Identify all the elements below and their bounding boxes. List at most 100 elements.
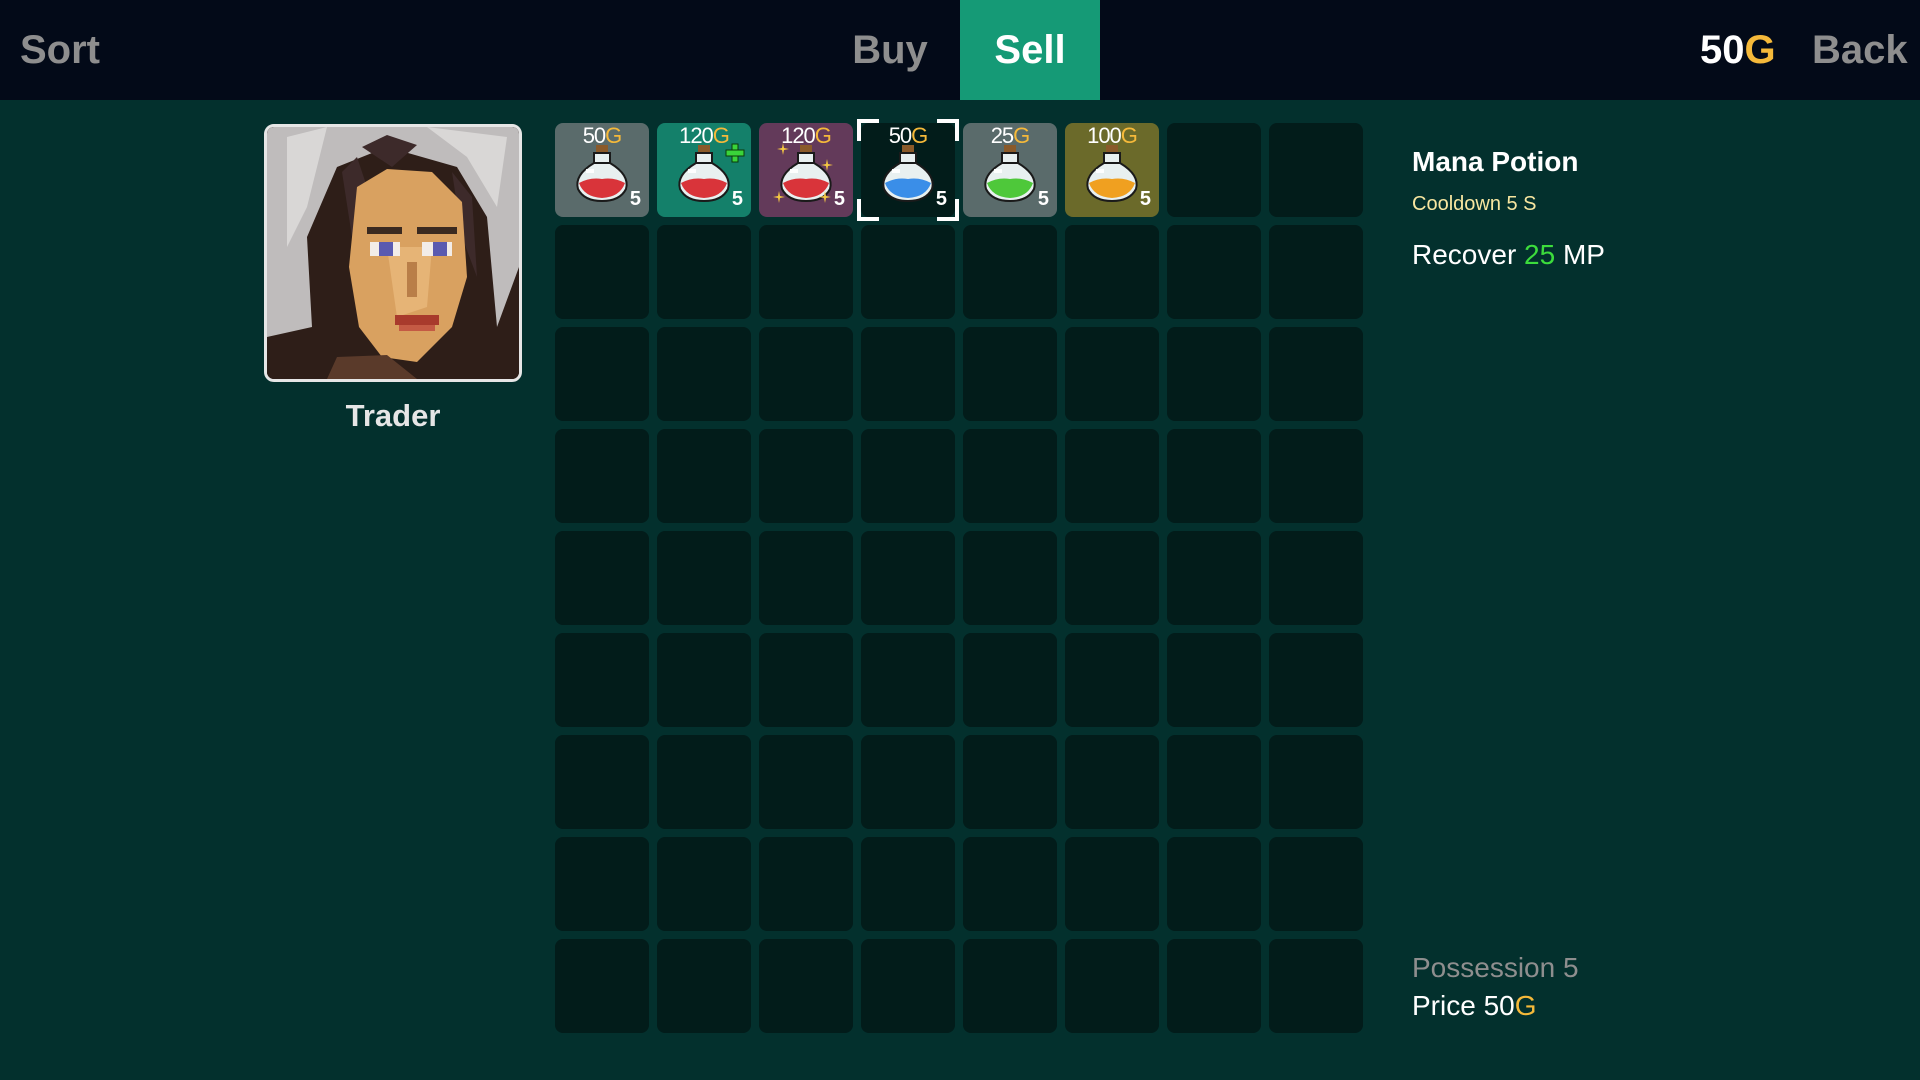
inventory-slot-empty[interactable] <box>963 225 1057 319</box>
inventory-slot-empty[interactable] <box>759 225 853 319</box>
trader-portrait <box>264 124 522 382</box>
inventory-slot-empty[interactable] <box>1167 225 1261 319</box>
inventory-slot-empty[interactable] <box>759 633 853 727</box>
inventory-slot-empty[interactable] <box>759 939 853 1033</box>
inventory-slot-empty[interactable] <box>657 225 751 319</box>
item-quantity: 5 <box>1139 188 1151 210</box>
back-button[interactable]: Back <box>1812 0 1908 100</box>
inventory-slot-empty[interactable] <box>1065 633 1159 727</box>
inventory-slot-empty[interactable] <box>1269 735 1363 829</box>
inventory-slot-empty[interactable] <box>657 531 751 625</box>
inventory-slot-empty[interactable] <box>1269 939 1363 1033</box>
item-price-value: 120 <box>679 123 714 148</box>
inventory-slot-empty[interactable] <box>759 735 853 829</box>
inventory-slot-empty[interactable] <box>861 735 955 829</box>
inventory-slot-empty[interactable] <box>1065 939 1159 1033</box>
item-effect: Recover 25 MP <box>1412 239 1605 271</box>
inventory-slot-empty[interactable] <box>1065 735 1159 829</box>
inventory-slot-item[interactable]: 120G 5 <box>657 123 751 217</box>
inventory-slot-item[interactable]: 100G 5 <box>1065 123 1159 217</box>
inventory-slot-empty[interactable] <box>963 531 1057 625</box>
sparkle-icon <box>773 191 785 203</box>
inventory-slot-empty[interactable] <box>963 633 1057 727</box>
inventory-slot-empty[interactable] <box>657 735 751 829</box>
inventory-slot-empty[interactable] <box>657 327 751 421</box>
inventory-slot-empty[interactable] <box>555 429 649 523</box>
inventory-slot-item[interactable]: 25G 5 <box>963 123 1057 217</box>
inventory-slot-empty[interactable] <box>555 735 649 829</box>
item-quantity: 5 <box>833 188 845 210</box>
item-price-unit: G <box>605 123 622 148</box>
inventory-slot-empty[interactable] <box>1167 633 1261 727</box>
item-price-unit: G <box>814 123 832 148</box>
inventory-slot-empty[interactable] <box>861 225 955 319</box>
sort-button[interactable]: Sort <box>20 0 100 100</box>
inventory-slot-empty[interactable] <box>1269 225 1363 319</box>
inventory-slot-empty[interactable] <box>861 327 955 421</box>
inventory-slot-empty[interactable] <box>1065 531 1159 625</box>
inventory-slot-empty[interactable] <box>1269 429 1363 523</box>
inventory-slot-empty[interactable] <box>861 837 955 931</box>
inventory-slot-empty[interactable] <box>555 939 649 1033</box>
inventory-slot-empty[interactable] <box>1065 429 1159 523</box>
inventory-slot-empty[interactable] <box>1269 123 1363 217</box>
item-price-unit: G <box>1013 123 1030 148</box>
inventory-slot-empty[interactable] <box>1167 123 1261 217</box>
inventory-slot-empty[interactable] <box>1269 531 1363 625</box>
inventory-slot-item[interactable]: 120G 5 <box>759 123 853 217</box>
inventory-slot-empty[interactable] <box>861 429 955 523</box>
inventory-slot-empty[interactable] <box>657 429 751 523</box>
sparkle-icon <box>819 191 831 203</box>
inventory-slot-empty[interactable] <box>759 837 853 931</box>
inventory-slot-item[interactable]: 50G 5 <box>857 119 959 221</box>
inventory-slot-empty[interactable] <box>1269 633 1363 727</box>
recover-amount: 25 <box>1524 239 1556 270</box>
inventory-slot-empty[interactable] <box>555 327 649 421</box>
item-price-value: 25 <box>990 123 1015 148</box>
inventory-slot-empty[interactable] <box>963 837 1057 931</box>
inventory-slot-empty[interactable] <box>1167 837 1261 931</box>
item-price-label: 120G <box>759 123 853 149</box>
item-price-label: 50G <box>555 123 649 149</box>
inventory-slot-empty[interactable] <box>657 837 751 931</box>
trader-face-image <box>267 127 519 379</box>
tab-buy[interactable]: Buy <box>830 0 950 100</box>
inventory-slot-empty[interactable] <box>555 837 649 931</box>
inventory-slot-empty[interactable] <box>657 633 751 727</box>
tab-sell[interactable]: Sell <box>960 0 1100 100</box>
item-price: Price 50G <box>1412 990 1537 1022</box>
inventory-slot-item[interactable]: 50G 5 <box>555 123 649 217</box>
inventory-slot-empty[interactable] <box>861 633 955 727</box>
inventory-slot-empty[interactable] <box>1065 327 1159 421</box>
inventory-slot-empty[interactable] <box>1167 327 1261 421</box>
item-quantity: 5 <box>935 188 947 210</box>
inventory-slot-empty[interactable] <box>963 429 1057 523</box>
inventory-slot-empty[interactable] <box>963 735 1057 829</box>
inventory-slot-empty[interactable] <box>759 327 853 421</box>
inventory-slot-empty[interactable] <box>555 531 649 625</box>
inventory-slot-empty[interactable] <box>963 939 1057 1033</box>
inventory-slot-empty[interactable] <box>657 939 751 1033</box>
gold-balance: 50G <box>1700 0 1776 100</box>
inventory-slot-empty[interactable] <box>555 225 649 319</box>
inventory-slot-empty[interactable] <box>1167 531 1261 625</box>
inventory-slot-empty[interactable] <box>1167 429 1261 523</box>
item-price-label: 25G <box>963 123 1057 149</box>
inventory-slot-empty[interactable] <box>759 429 853 523</box>
inventory-slot-empty[interactable] <box>861 531 955 625</box>
inventory-slot-empty[interactable] <box>1065 225 1159 319</box>
sparkle-icon <box>777 143 789 155</box>
inventory-slot-empty[interactable] <box>1269 837 1363 931</box>
price-prefix: Price <box>1412 990 1476 1021</box>
top-bar: Sort Buy Sell 50G Back <box>0 0 1920 100</box>
inventory-slot-empty[interactable] <box>1167 735 1261 829</box>
inventory-slot-empty[interactable] <box>759 531 853 625</box>
inventory-slot-empty[interactable] <box>963 327 1057 421</box>
inventory-slot-empty[interactable] <box>1269 327 1363 421</box>
inventory-slot-empty[interactable] <box>555 633 649 727</box>
inventory-slot-empty[interactable] <box>861 939 955 1033</box>
inventory-slot-empty[interactable] <box>1167 939 1261 1033</box>
inventory-slot-empty[interactable] <box>1065 837 1159 931</box>
plus-icon <box>725 143 745 163</box>
item-cooldown: Cooldown 5 S <box>1412 193 1537 215</box>
